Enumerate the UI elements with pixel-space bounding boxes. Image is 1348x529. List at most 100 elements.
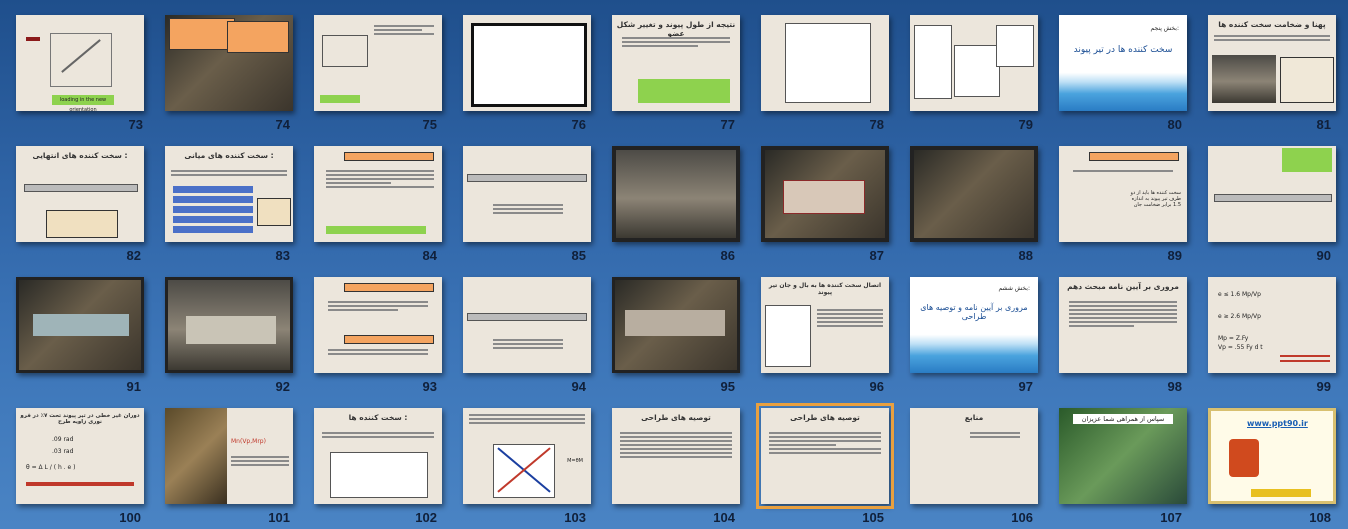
slide-number-99: 99 [1316,379,1331,394]
slide-thumbnail-87[interactable] [761,146,889,242]
text-box [169,18,235,50]
text-lines [171,168,287,178]
diagram [322,35,368,67]
slide-thumbnail-102[interactable]: سخت کننده ها : [314,408,442,504]
slide-number-81: 81 [1316,117,1331,132]
specimen [783,180,865,214]
slide-thumbnail-75[interactable] [314,15,442,111]
slide-number-80: 80 [1167,117,1182,132]
slide-thumbnail-80[interactable]: بخش پنجم: سخت کننده ها در تیر پیوند [1059,15,1187,111]
list-boxes [173,186,253,234]
arrow-icon [26,37,40,41]
slide-thumbnail-90[interactable] [1208,146,1336,242]
slide-number-100: 100 [119,510,141,525]
note-box [638,79,730,103]
slide-number-79: 79 [1018,117,1033,132]
slide-thumbnail-93[interactable] [314,277,442,373]
red-note [1280,355,1330,365]
slide-thumbnail-106[interactable]: منابع [910,408,1038,504]
slide-sorter-view: { "slide_sorter": { "numbers": ["73","74… [0,0,1348,529]
slide-thumbnail-83[interactable]: سخت کننده های میانی : [165,146,293,242]
image-frame [471,23,587,107]
slide-thumbnail-96[interactable]: اتصال سخت کننده ها به بال و جان تیر پیون… [761,277,889,373]
slide-number-96: 96 [869,379,884,394]
text-box [1280,57,1334,103]
slide-thumbnail-99[interactable]: e ≤ 1.6 Mp/Vp e ≥ 2.6 Mp/Vp Mp = Z.Fy Vp… [1208,277,1336,373]
photo [1212,55,1276,103]
text-lines [622,35,730,49]
slide-thumbnail-84[interactable] [314,146,442,242]
slide-thumbnail-74[interactable] [165,15,293,111]
slide-thumbnail-104[interactable]: توصیه های طراحی [612,408,740,504]
slide-thumbnail-77[interactable]: نتیجه از طول پیوند و تغییر شکل عضو [612,15,740,111]
slide-title: اتصال سخت کننده ها به بال و جان تیر پیون… [768,282,882,296]
slide-thumbnail-86[interactable] [612,146,740,242]
slide-number-102: 102 [415,510,437,525]
slide-thumbnail-82[interactable]: سخت کننده های انتهایی : [16,146,144,242]
formula-2: e ≥ 2.6 Mp/Vp [1218,313,1261,320]
slide-number-75: 75 [422,117,437,132]
powerpoint-logo-icon [1229,439,1259,477]
slide-number-101: 101 [268,510,290,525]
slide-thumbnail-81[interactable]: پهنا و ضخامت سخت کننده ها [1208,15,1336,111]
slide-number-105: 105 [862,510,884,525]
slide-thumbnail-94[interactable] [463,277,591,373]
slide-thumbnail-85[interactable] [463,146,591,242]
slide-number-82: 82 [126,248,141,263]
note-box [320,95,360,103]
text-lines [1073,168,1173,174]
slide-title: مروری بر آیین نامه و توصیه های طراحی [920,303,1028,321]
slide-thumbnail-73[interactable]: loading in the new orientation [16,15,144,111]
slide-thumbnail-107[interactable]: سپاس از همراهی شما عزیزان [1059,408,1187,504]
slide-thumbnail-100[interactable]: دوران غیر خطی در تیر پیوند تحت ۷٪ در فرو… [16,408,144,504]
rotation-value-1: .09 rad [52,436,74,443]
slide-title: سخت کننده های انتهایی : [32,151,128,160]
slide-number-91: 91 [126,379,141,394]
slide-title: سخت کننده های میانی : [184,151,274,160]
slide-thumbnail-101[interactable]: Mn(Vp,Mrp) [165,408,293,504]
slide-thumbnail-103[interactable]: M=θM [463,408,591,504]
slide-thumbnail-92[interactable] [165,277,293,373]
slide-thumbnail-78[interactable] [761,15,889,111]
moment-label: M=θM [567,458,583,464]
slide-thumbnail-97[interactable]: بخش ششم: مروری بر آیین نامه و توصیه های … [910,277,1038,373]
slide-number-87: 87 [869,248,884,263]
text-lines [620,430,732,460]
text-box [46,210,118,238]
slide-thumbnail-95[interactable] [612,277,740,373]
slide-thumbnail-89[interactable]: سخت کننده ها باید از دو طرف تیر پیوند به… [1059,146,1187,242]
slide-thumbnail-98[interactable]: مروری بر آیین نامه مبحث دهم [1059,277,1187,373]
slide-title: منابع [964,413,984,422]
slide-number-107: 107 [1160,510,1182,525]
specimen [186,316,276,344]
slide-thumbnail-88[interactable] [910,146,1038,242]
website-link: www.ppt90.ir [1247,419,1308,428]
slide-number-98: 98 [1167,379,1182,394]
slide-title: سخت کننده ها : [348,413,408,422]
text-lines [322,430,434,440]
note-box [326,226,426,234]
slide-thumbnail-108[interactable]: www.ppt90.ir [1208,408,1336,504]
slide-number-74: 74 [275,117,290,132]
text-lines [493,202,563,216]
diagram-3 [996,25,1034,67]
slide-thumbnail-91[interactable] [16,277,144,373]
text-lines [769,430,881,456]
formula-3: Mp = Z.Fy [1218,335,1249,342]
slide-number-86: 86 [720,248,735,263]
section-header: بخش ششم: [998,285,1030,292]
chart-frame [785,23,871,103]
slide-thumbnail-79[interactable] [910,15,1038,111]
slide-number-93: 93 [422,379,437,394]
slide-thumbnail-76[interactable] [463,15,591,111]
slide-number-90: 90 [1316,248,1331,263]
slide-number-104: 104 [713,510,735,525]
text-lines [326,168,434,190]
slide-title: سپاس از همراهی شما عزیزان [1073,414,1173,424]
formula: Mn(Vp,Mrp) [231,438,266,445]
slide-number-95: 95 [720,379,735,394]
text-lines [1214,33,1330,43]
slide-thumbnail-105[interactable]: توصیه های طراحی [756,403,894,509]
diagram-2 [954,45,1000,97]
diagram [330,452,428,498]
